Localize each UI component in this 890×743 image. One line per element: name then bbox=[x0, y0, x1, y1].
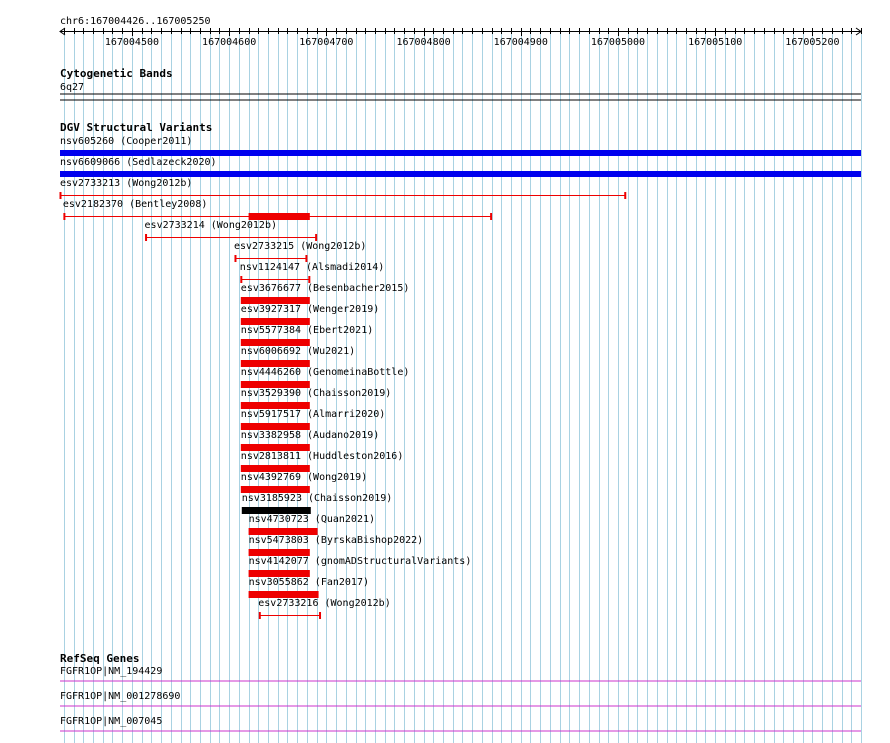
variant-bar[interactable] bbox=[248, 528, 318, 535]
refseq-track: FGFR1OP|NM_194429 FGFR1OP|NM_001278690 FGF… bbox=[60, 666, 861, 732]
cytoband-track[interactable] bbox=[60, 93, 861, 101]
variant-label: nsv2813811 (Huddleston2016) bbox=[241, 451, 404, 462]
variant-bar[interactable] bbox=[240, 297, 310, 304]
variant-label: nsv5577384 (Ebert2021) bbox=[241, 325, 373, 336]
variant-label: nsv6609066 (Sedlazeck2020) bbox=[60, 157, 217, 168]
ruler-tick-label: 167004800 bbox=[396, 37, 450, 48]
variant-feature[interactable]: esv2733216 (Wong2012b) bbox=[258, 598, 391, 619]
variant-feature[interactable]: esv3927317 (Wenger2019) bbox=[240, 304, 379, 325]
variant-bar[interactable] bbox=[60, 150, 861, 156]
gene-label: FGFR1OP|NM_007045 bbox=[60, 716, 162, 727]
variant-bar[interactable] bbox=[240, 339, 310, 346]
gene-feature[interactable]: FGFR1OP|NM_194429 bbox=[60, 666, 861, 682]
ruler[interactable]: 167004500 167004600 167004700 167004800 1670… bbox=[59, 27, 862, 48]
variant-feature[interactable]: nsv2813811 (Huddleston2016) bbox=[240, 451, 404, 472]
coordinate-label: chr6:167004426..167005250 bbox=[60, 16, 211, 27]
variant-bar[interactable] bbox=[240, 360, 310, 367]
ruler-tick-label: 167004500 bbox=[105, 37, 159, 48]
gene-feature[interactable]: FGFR1OP|NM_007045 bbox=[60, 716, 861, 732]
genome-browser-canvas: chr6:167004426..167005250 167004500 16700… bbox=[59, 16, 862, 743]
variant-feature[interactable]: nsv5473803 (ByrskaBishop2022) bbox=[248, 535, 424, 556]
variant-label: esv3927317 (Wenger2019) bbox=[241, 304, 379, 315]
ruler-tick-label: 167005100 bbox=[688, 37, 742, 48]
cytoband-label: 6q27 bbox=[60, 82, 84, 93]
variant-feature[interactable]: nsv4392769 (Wong2019) bbox=[240, 472, 367, 493]
variant-label: nsv3529390 (Chaisson2019) bbox=[241, 388, 392, 399]
variant-label: nsv4392769 (Wong2019) bbox=[241, 472, 367, 483]
variant-label: nsv3055862 (Fan2017) bbox=[249, 577, 369, 588]
ruler-tick-label: 167004900 bbox=[494, 37, 548, 48]
variant-bar[interactable] bbox=[240, 486, 310, 493]
variant-label: esv2733213 (Wong2012b) bbox=[60, 178, 192, 189]
variant-feature[interactable]: esv2733214 (Wong2012b) bbox=[145, 220, 318, 241]
variant-bar[interactable] bbox=[240, 402, 310, 409]
variant-label: nsv1124147 (Alsmadi2014) bbox=[240, 262, 385, 273]
variant-label: nsv605260 (Cooper2011) bbox=[60, 136, 192, 147]
variant-label: nsv5473803 (ByrskaBishop2022) bbox=[249, 535, 424, 546]
variant-feature[interactable]: nsv3055862 (Fan2017) bbox=[248, 577, 369, 598]
variant-feature[interactable]: nsv605260 (Cooper2011) bbox=[60, 136, 861, 156]
variant-label: nsv3185923 (Chaisson2019) bbox=[242, 493, 393, 504]
variant-feature[interactable]: esv2182370 (Bentley2008) bbox=[63, 199, 493, 220]
variant-bar[interactable] bbox=[240, 318, 310, 325]
variant-bar[interactable] bbox=[248, 570, 310, 577]
variant-feature[interactable]: nsv6609066 (Sedlazeck2020) bbox=[60, 157, 861, 177]
variant-label: esv2733216 (Wong2012b) bbox=[258, 598, 390, 609]
variant-bar[interactable] bbox=[240, 444, 310, 451]
ruler-tick-label: 167005000 bbox=[591, 37, 645, 48]
gene-label: FGFR1OP|NM_194429 bbox=[60, 666, 162, 677]
variant-feature[interactable]: nsv3382958 (Audano2019) bbox=[240, 430, 379, 451]
variant-bar[interactable] bbox=[240, 423, 310, 430]
variant-thick-segment[interactable] bbox=[248, 213, 310, 220]
variant-bar[interactable] bbox=[241, 507, 311, 514]
variant-label: esv3676677 (Besenbacher2015) bbox=[241, 283, 410, 294]
gene-feature[interactable]: FGFR1OP|NM_001278690 bbox=[60, 691, 861, 707]
variant-feature[interactable]: esv3676677 (Besenbacher2015) bbox=[240, 283, 410, 304]
variant-label: esv2733215 (Wong2012b) bbox=[234, 241, 366, 252]
variant-bar[interactable] bbox=[240, 381, 310, 388]
variant-feature[interactable]: nsv4142077 (gnomADStructuralVariants) bbox=[248, 556, 472, 577]
variant-feature[interactable]: nsv5917517 (Almarri2020) bbox=[240, 409, 386, 430]
variant-label: nsv5917517 (Almarri2020) bbox=[241, 409, 386, 420]
variant-bar[interactable] bbox=[60, 171, 861, 177]
variant-label: esv2733214 (Wong2012b) bbox=[145, 220, 277, 231]
track-title-cytogenetic-bands: Cytogenetic Bands bbox=[60, 67, 173, 80]
ruler-tick-label: 167004700 bbox=[299, 37, 353, 48]
variant-label: nsv6006692 (Wu2021) bbox=[241, 346, 355, 357]
variant-feature[interactable]: nsv3529390 (Chaisson2019) bbox=[240, 388, 392, 409]
variant-feature[interactable]: nsv6006692 (Wu2021) bbox=[240, 346, 355, 367]
variant-bar[interactable] bbox=[240, 465, 310, 472]
variant-label: nsv4730723 (Quan2021) bbox=[249, 514, 375, 525]
variant-label: nsv4142077 (gnomADStructuralVariants) bbox=[249, 556, 472, 567]
variant-label: nsv4446260 (GenomeinaBottle) bbox=[241, 367, 410, 378]
variant-bar[interactable] bbox=[248, 591, 319, 598]
variant-feature[interactable]: nsv4446260 (GenomeinaBottle) bbox=[240, 367, 410, 388]
variant-feature[interactable]: nsv1124147 (Alsmadi2014) bbox=[240, 262, 385, 283]
dgv-track: nsv605260 (Cooper2011) nsv6609066 (Sedlaz… bbox=[59, 136, 861, 619]
variant-feature[interactable]: nsv5577384 (Ebert2021) bbox=[240, 325, 373, 346]
variant-label: nsv3382958 (Audano2019) bbox=[241, 430, 379, 441]
ruler-tick-label: 167004600 bbox=[202, 37, 256, 48]
variant-label: esv2182370 (Bentley2008) bbox=[63, 199, 208, 210]
track-title-refseq: RefSeq Genes bbox=[60, 652, 139, 665]
track-title-dgv: DGV Structural Variants bbox=[60, 121, 212, 134]
ruler-tick-label: 167005200 bbox=[785, 37, 839, 48]
gene-label: FGFR1OP|NM_001278690 bbox=[60, 691, 180, 702]
variant-bar[interactable] bbox=[248, 549, 310, 556]
